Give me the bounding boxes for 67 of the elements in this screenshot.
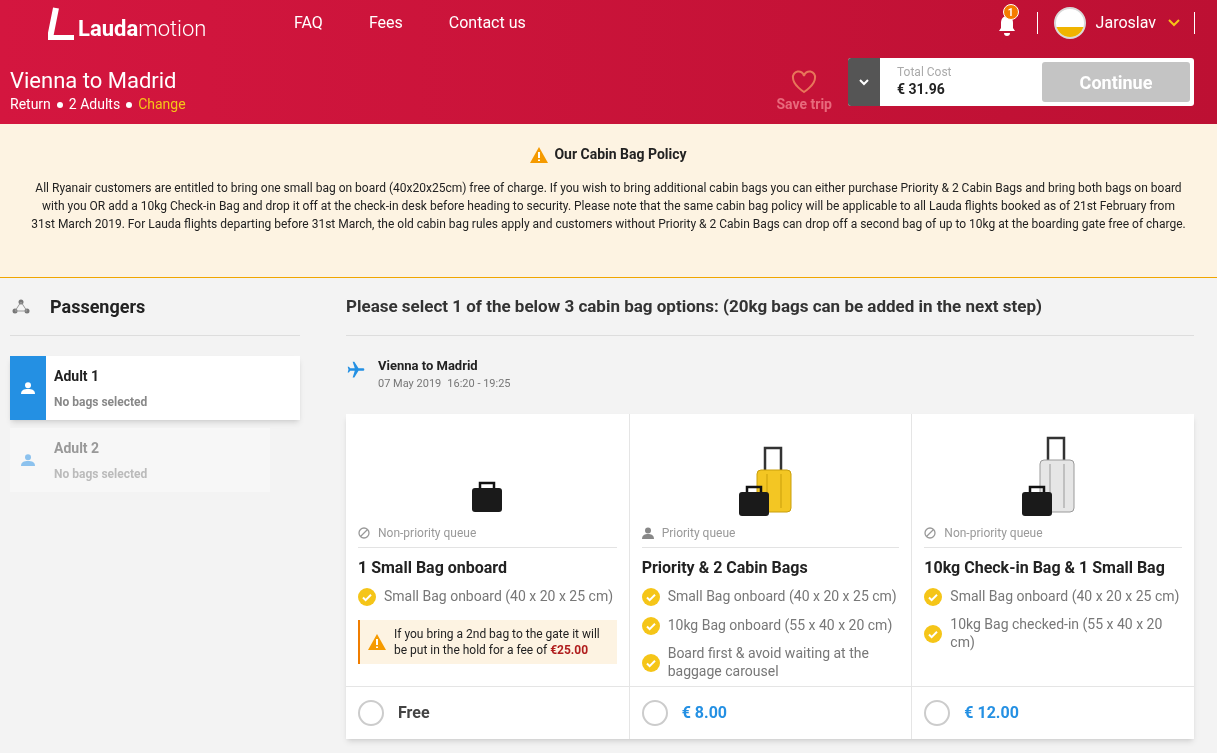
- share-icon: [12, 298, 30, 315]
- option-price: € 8.00: [681, 702, 727, 724]
- trip-detail: Return: [10, 95, 51, 114]
- feature-text: 10kg Bag onboard (55 x 40 x 20 cm): [667, 616, 893, 634]
- logo[interactable]: Laudamotion: [48, 6, 248, 40]
- trip-title: Vienna to Madrid: [10, 68, 178, 94]
- nav-link[interactable]: FAQ: [294, 11, 323, 35]
- chevron-down-icon: [859, 78, 869, 86]
- person-icon: [21, 382, 35, 394]
- warning-icon: [530, 146, 549, 163]
- radio-button[interactable]: [924, 700, 951, 726]
- prohibited-icon: [358, 526, 370, 539]
- feature-text: Board first & avoid waiting at the baggage carousel: [667, 644, 870, 680]
- flight-route: Vienna to Madrid: [378, 357, 479, 375]
- feature-text: 10kg Bag checked-in (55 x 40 x 20 cm): [950, 615, 1164, 651]
- person-icon: [21, 454, 35, 466]
- user-avatar[interactable]: [1053, 7, 1086, 39]
- flight-date: 07 May 2019: [378, 375, 442, 392]
- option-price: € 12.00: [964, 702, 1019, 724]
- option-title: 10kg Check-in Bag & 1 Small Bag: [924, 557, 1166, 579]
- check-icon: [641, 588, 660, 606]
- person-icon: [641, 526, 654, 539]
- option-title: Priority & 2 Cabin Bags: [641, 557, 809, 579]
- feature-text: Small Bag onboard (40 x 20 x 25 cm): [950, 587, 1180, 605]
- nav-link[interactable]: Fees: [368, 11, 403, 35]
- notification-badge: 1: [1002, 4, 1019, 20]
- check-icon: [358, 588, 376, 606]
- trip-detail: 2 Adults: [68, 95, 121, 114]
- prohibited-icon: [924, 526, 937, 539]
- airplane-icon: [346, 360, 366, 380]
- check-icon: [641, 654, 660, 672]
- logo-mark-icon: [48, 6, 76, 40]
- warning-text: If you bring a 2nd bag to the gate it will be put in the hold for a fee of €25.00: [394, 626, 601, 658]
- queue-label: Priority queue: [661, 524, 736, 542]
- policy-text: All Ryanair customers are entitled to bring one small bag on board (40x20x25cm) free of charge. If you wish to bring additional cabin bags you can either purchase Priority & 2 Cabin Bags and bring both bags on board with you OR add a 10kg Check-in Bag and drop it off at the check-in desk before heading to security. Please note that the same cabin bag policy will be applicable to all Lauda flights booked as of 21st February from 31st March 2019. For Lauda flights departing before 31st March, the old cabin bag rules apply and customers without Priority & 2 Cabin Bags can drop off a second bag of up to 10kg at the boarding gate free of charge.: [30, 180, 1187, 233]
- bell-icon: [996, 14, 1017, 36]
- feature-text: Small Bag onboard (40 x 20 x 25 cm): [384, 587, 614, 605]
- passenger-status: No bags selected: [54, 393, 148, 411]
- expand-button[interactable]: [848, 58, 880, 106]
- change-link[interactable]: Change: [138, 94, 186, 115]
- bullet-icon: [126, 101, 133, 108]
- passengers-title: Passengers: [50, 295, 146, 319]
- chevron-down-icon[interactable]: [1168, 19, 1180, 27]
- feature-text: Small Bag onboard (40 x 20 x 25 cm): [667, 587, 897, 605]
- queue-label: Non-priority queue: [378, 524, 477, 542]
- option-price: Free: [398, 702, 430, 724]
- check-icon: [924, 588, 943, 606]
- passenger-name: Adult 2: [54, 438, 101, 458]
- queue-label: Non-priority queue: [944, 524, 1043, 542]
- radio-button[interactable]: [358, 700, 384, 726]
- check-icon: [924, 625, 943, 643]
- option-title: 1 Small Bag onboard: [358, 557, 509, 579]
- flight-time: 16:20 - 19:25: [447, 375, 511, 392]
- nav-link[interactable]: Contact us: [448, 11, 526, 35]
- passenger-status: No bags selected: [54, 465, 148, 483]
- user-name[interactable]: Jaroslav: [1095, 11, 1156, 35]
- options-heading: Please select 1 of the below 3 cabin bag options: (20kg bags can be added in the next step): [346, 294, 1043, 318]
- total-label: Total Cost: [897, 64, 952, 79]
- bullet-icon: [56, 101, 63, 108]
- check-icon: [641, 617, 660, 635]
- total-value: € 31.96: [897, 79, 946, 99]
- heart-icon: [791, 70, 818, 94]
- warning-icon: [368, 634, 386, 650]
- passenger-name: Adult 1: [54, 366, 101, 386]
- radio-button[interactable]: [641, 700, 668, 726]
- policy-title: Our Cabin Bag Policy: [554, 145, 687, 164]
- passenger-item[interactable]: Adult 1 No bags selected: [10, 356, 300, 420]
